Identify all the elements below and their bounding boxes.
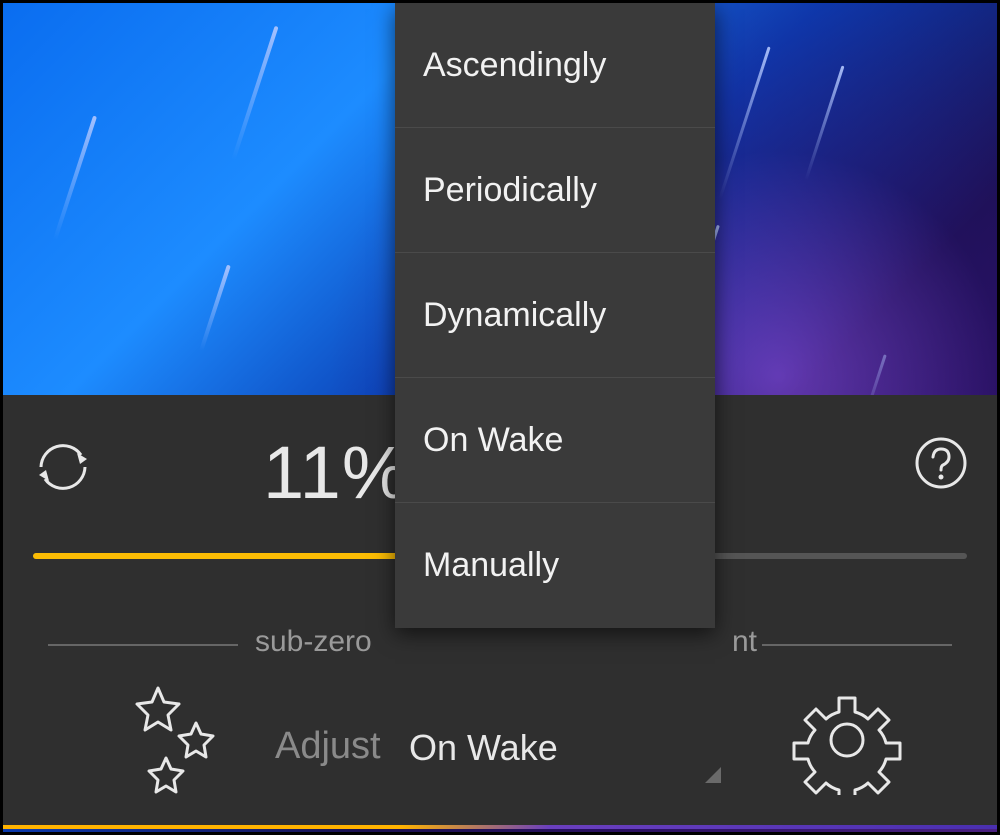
refresh-icon[interactable] [31, 435, 95, 499]
dropdown-item[interactable]: Periodically [395, 128, 715, 253]
brightness-percent: 11% [263, 430, 409, 515]
stars-icon[interactable] [118, 683, 228, 803]
legend-right: nt [732, 625, 757, 659]
help-icon[interactable] [913, 435, 969, 491]
adjust-mode-value: On Wake [409, 727, 558, 768]
gear-icon[interactable] [792, 685, 902, 795]
adjust-label: Adjust [275, 725, 381, 768]
legend-left: sub-zero [255, 625, 372, 659]
dropdown-item[interactable]: On Wake [395, 378, 715, 503]
adjust-mode-spinner[interactable]: On Wake [403, 715, 723, 785]
dropdown-item[interactable]: Ascendingly [395, 3, 715, 128]
dropdown-item[interactable]: Manually [395, 503, 715, 628]
dropdown-item[interactable]: Dynamically [395, 253, 715, 378]
adjust-mode-dropdown[interactable]: AscendinglyPeriodicallyDynamicallyOn Wak… [395, 3, 715, 628]
